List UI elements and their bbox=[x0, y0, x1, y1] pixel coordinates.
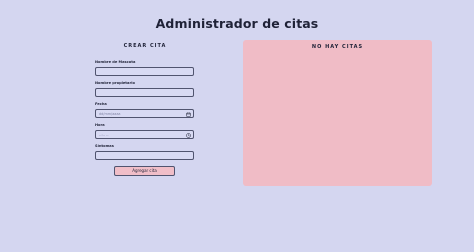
date-row: Fecha dd/mm/aaaa bbox=[90, 102, 198, 118]
calendar-icon[interactable] bbox=[186, 112, 191, 117]
page-title: Administrador de citas bbox=[155, 16, 319, 32]
date-label: Fecha bbox=[95, 102, 107, 106]
owner-name-row: Nombre propietario bbox=[90, 81, 198, 97]
date-placeholder: dd/mm/aaaa bbox=[99, 112, 121, 117]
no-appointments-message: NO HAY CITAS bbox=[311, 44, 364, 50]
symptoms-input[interactable] bbox=[95, 151, 194, 160]
time-row: Hora --:-- -- bbox=[90, 123, 198, 139]
pet-name-row: Nombre de Mascota bbox=[90, 60, 198, 76]
date-input[interactable]: dd/mm/aaaa bbox=[95, 109, 194, 118]
pet-name-input[interactable] bbox=[95, 67, 194, 76]
form-heading: CREAR CITA bbox=[123, 43, 167, 49]
owner-name-input[interactable] bbox=[95, 88, 194, 97]
clock-icon[interactable] bbox=[186, 133, 191, 138]
pet-name-label: Nombre de Mascota bbox=[95, 60, 136, 64]
time-label: Hora bbox=[95, 123, 105, 127]
appointment-form: CREAR CITA Nombre de Mascota Nombre prop… bbox=[90, 43, 198, 176]
appointments-panel: NO HAY CITAS bbox=[243, 40, 432, 186]
symptoms-label: Síntomas bbox=[95, 144, 114, 148]
owner-name-label: Nombre propietario bbox=[95, 81, 135, 85]
time-input[interactable]: --:-- -- bbox=[95, 130, 194, 139]
symptoms-row: Síntomas bbox=[90, 144, 198, 160]
add-appointment-button[interactable]: Agregar cita bbox=[114, 166, 175, 176]
time-placeholder: --:-- -- bbox=[99, 133, 109, 138]
